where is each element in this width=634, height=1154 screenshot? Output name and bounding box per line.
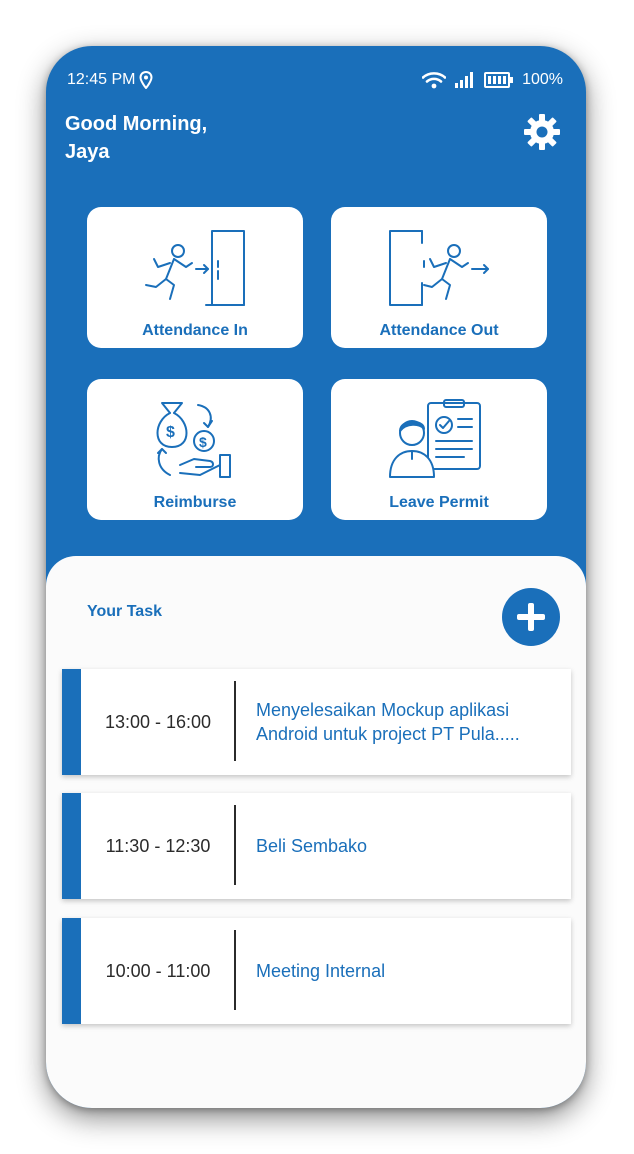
task-accent-bar bbox=[62, 793, 81, 899]
task-description: Beli Sembako bbox=[256, 836, 368, 856]
battery-percentage: 100% bbox=[522, 71, 563, 88]
user-name: Jaya bbox=[65, 141, 110, 163]
signal-icon bbox=[455, 72, 474, 88]
status-time: 12:45 PM bbox=[67, 71, 136, 88]
greeting-line: Good Morning, bbox=[65, 113, 208, 135]
attendance-in-label: Attendance In bbox=[142, 322, 248, 339]
attendance-in-button[interactable]: Attendance In bbox=[87, 207, 303, 348]
task-card[interactable]: 13:00 - 16:00 Menyelesaikan Mockup aplik… bbox=[62, 669, 571, 775]
attendance-out-label: Attendance Out bbox=[379, 322, 499, 339]
location-icon bbox=[139, 71, 153, 89]
task-card[interactable]: 10:00 - 11:00 Meeting Internal bbox=[62, 918, 571, 1024]
task-sheet: Your Task 13:00 - 16:00 Menyelesaikan Mo… bbox=[46, 556, 586, 1108]
attendance-in-icon bbox=[145, 230, 245, 306]
task-divider bbox=[234, 805, 236, 885]
task-description: Menyelesaikan Mockup aplikasi Android un… bbox=[256, 700, 520, 744]
task-divider bbox=[234, 681, 236, 761]
svg-text:$: $ bbox=[166, 424, 175, 441]
status-bar: 12:45 PM 100% bbox=[46, 46, 586, 116]
leave-permit-button[interactable]: Leave Permit bbox=[331, 379, 547, 520]
task-divider bbox=[234, 930, 236, 1010]
leave-permit-icon bbox=[389, 399, 481, 478]
task-description: Meeting Internal bbox=[256, 961, 386, 981]
phone-frame: 12:45 PM 100% Good Morning, Jaya Attenda… bbox=[46, 46, 586, 1108]
leave-permit-label: Leave Permit bbox=[389, 494, 489, 511]
add-task-button[interactable] bbox=[502, 588, 560, 646]
settings-gear-icon[interactable] bbox=[522, 112, 562, 152]
reimburse-label: Reimburse bbox=[153, 494, 237, 511]
wifi-icon bbox=[422, 72, 447, 89]
reimburse-button[interactable]: $ $ Reimburse bbox=[87, 379, 303, 520]
task-accent-bar bbox=[62, 669, 81, 775]
task-card[interactable]: 11:30 - 12:30 Beli Sembako bbox=[62, 793, 571, 899]
status-icons: 100% bbox=[422, 71, 563, 89]
attendance-out-icon bbox=[389, 230, 489, 306]
task-accent-bar bbox=[62, 918, 81, 1024]
status-time-group: 12:45 PM bbox=[67, 71, 153, 89]
task-time: 13:00 - 16:00 bbox=[104, 711, 212, 732]
task-time: 11:30 - 12:30 bbox=[105, 835, 211, 856]
attendance-out-button[interactable]: Attendance Out bbox=[331, 207, 547, 348]
your-task-title: Your Task bbox=[87, 603, 162, 620]
reimburse-money-icon: $ $ bbox=[156, 402, 231, 478]
svg-text:$: $ bbox=[199, 434, 207, 450]
battery-icon bbox=[484, 72, 514, 88]
greeting: Good Morning, Jaya bbox=[65, 110, 207, 166]
task-time: 10:00 - 11:00 bbox=[105, 960, 211, 981]
